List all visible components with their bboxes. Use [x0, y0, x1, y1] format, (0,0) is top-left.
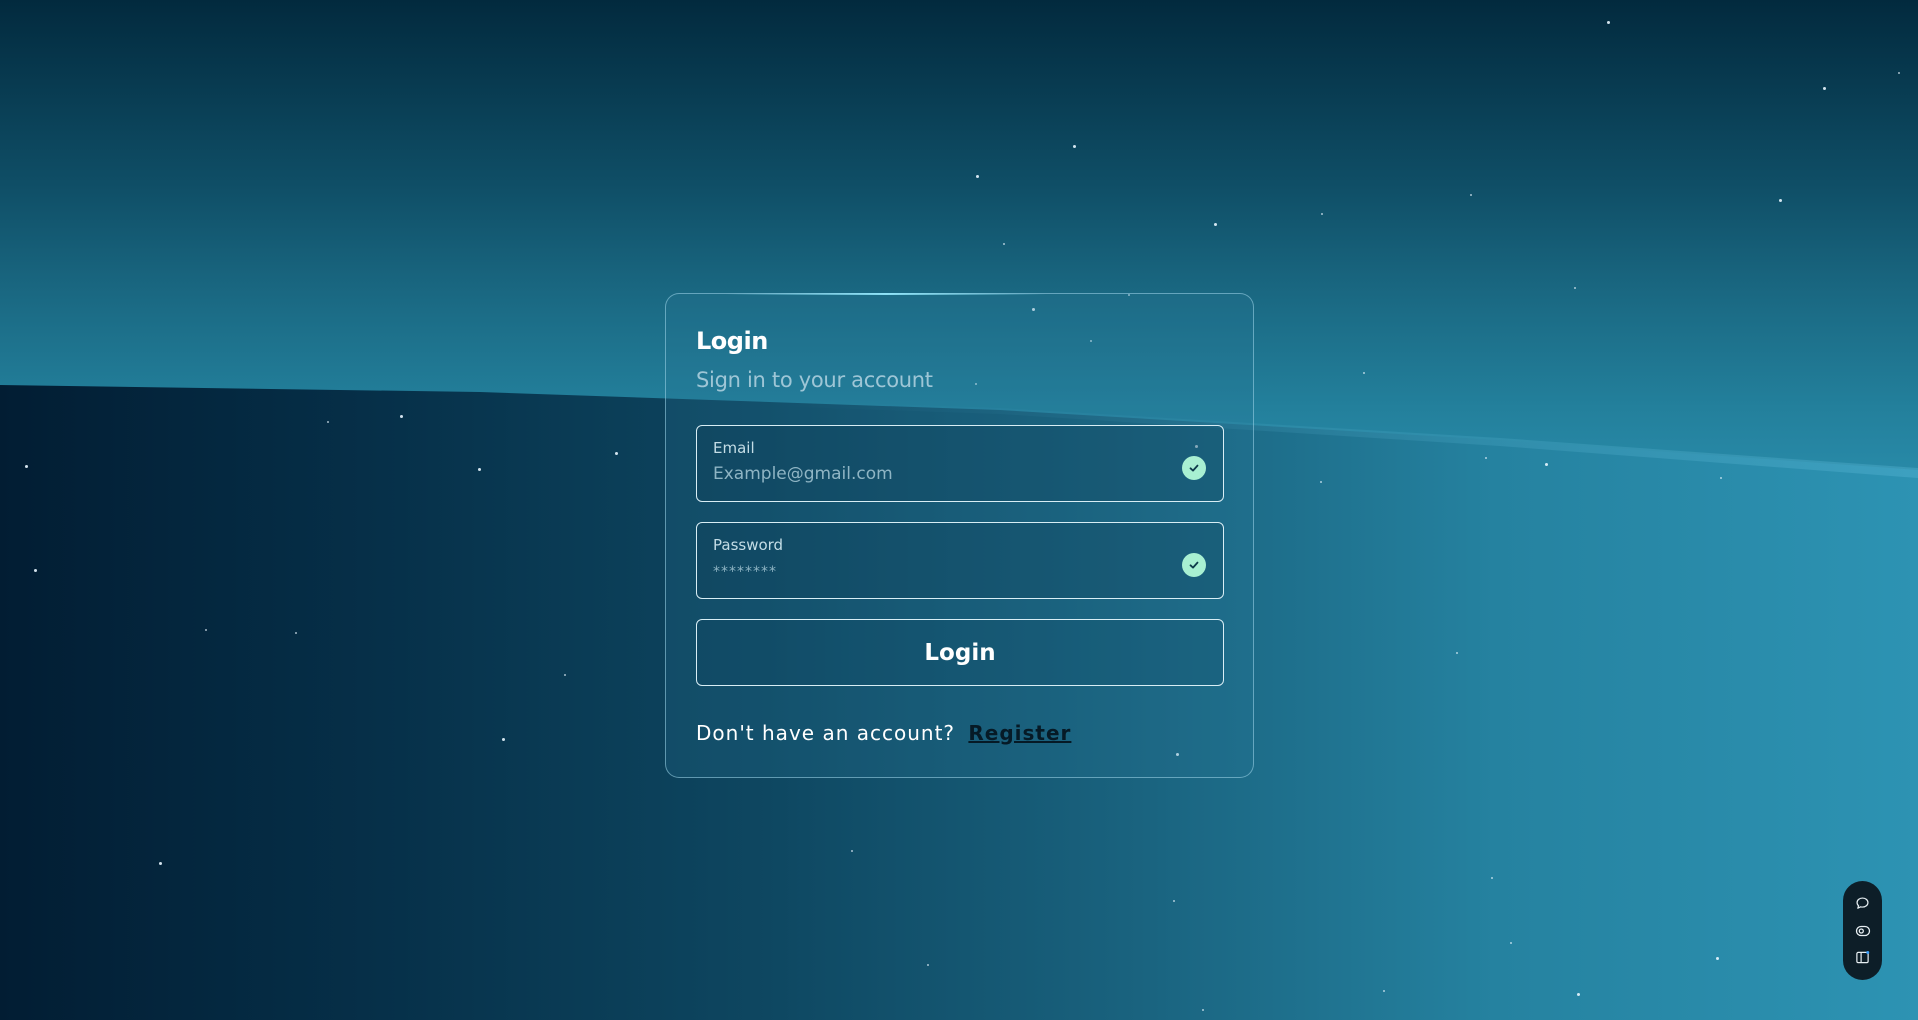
register-prompt: Don't have an account? — [696, 721, 956, 745]
login-title: Login — [696, 327, 768, 355]
password-label: Password — [713, 536, 784, 554]
login-card: Login Sign in to your account Email Pass… — [665, 293, 1254, 778]
email-label: Email — [713, 439, 755, 457]
password-field[interactable]: Password — [696, 522, 1224, 599]
register-link[interactable]: Register — [968, 721, 1071, 745]
login-button[interactable]: Login — [696, 619, 1224, 686]
password-input[interactable] — [713, 559, 1143, 583]
sidebar-panel-icon[interactable] — [1853, 947, 1873, 967]
email-input[interactable] — [713, 462, 1143, 486]
eye-toggle-icon[interactable] — [1853, 921, 1873, 941]
email-field[interactable]: Email — [696, 425, 1224, 502]
floating-dock — [1843, 881, 1882, 980]
check-circle-icon — [1182, 553, 1206, 577]
register-row: Don't have an account? Register — [696, 720, 1223, 746]
check-circle-icon — [1182, 456, 1206, 480]
login-subtitle: Sign in to your account — [696, 368, 933, 392]
chat-bubble-icon[interactable] — [1853, 894, 1873, 914]
